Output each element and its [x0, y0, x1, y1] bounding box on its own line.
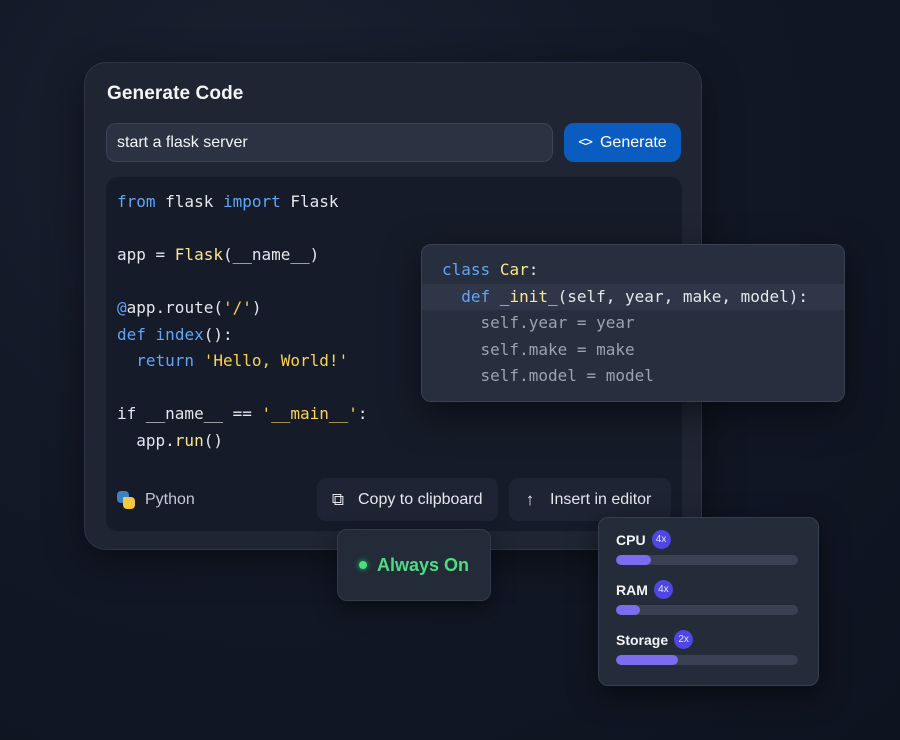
- copy-icon: ⧉: [331, 489, 345, 509]
- code-line: return 'Hello, World!': [136, 351, 349, 370]
- insert-in-editor-button[interactable]: ↑ Insert in editor: [509, 478, 671, 521]
- generated-code[interactable]: from flask import Flask app = Flask(__nam…: [117, 189, 367, 454]
- status-dot-icon: [358, 561, 367, 569]
- copy-to-clipboard-button[interactable]: ⧉ Copy to clipboard: [317, 478, 498, 521]
- class-snippet-card[interactable]: class Car: def _init_(self, year, make, …: [421, 244, 845, 402]
- resource-name: RAM: [616, 581, 648, 598]
- generate-button-label: Generate: [599, 133, 667, 151]
- code-brackets-icon: <>: [578, 135, 593, 150]
- multiplier-badge: 2x: [674, 630, 694, 649]
- generate-button[interactable]: <> Generate: [564, 123, 681, 162]
- multiplier-badge: 4x: [651, 530, 671, 549]
- multiplier-badge: 4x: [653, 580, 673, 599]
- resources-card: CPU 4x RAM 4x Storage 2x: [598, 517, 819, 686]
- resource-label: CPU 4x: [616, 530, 800, 549]
- usage-bar-fill: [616, 555, 651, 565]
- insert-label: Insert in editor: [550, 490, 652, 508]
- python-icon: [117, 491, 135, 509]
- code-line: app = Flask(__name__): [117, 245, 320, 264]
- code-line: if __name__ == '__main__':: [117, 404, 368, 423]
- resource-row-ram: RAM 4x: [616, 580, 800, 615]
- code-line: @app.route('/'): [117, 298, 262, 317]
- class-code-line: self.model = model: [442, 366, 654, 385]
- class-code-line: def _init_(self, year, make, model):: [422, 283, 844, 310]
- card-title: Generate Code: [107, 83, 244, 104]
- usage-bar-fill: [616, 655, 678, 665]
- stage: Generate Code <> Generate from flask imp…: [0, 0, 900, 740]
- language-indicator: Python: [117, 491, 195, 509]
- code-line: from flask import Flask: [117, 192, 339, 211]
- usage-bar: [616, 605, 798, 615]
- prompt-input[interactable]: [106, 123, 553, 162]
- language-label: Python: [145, 491, 195, 508]
- copy-label: Copy to clipboard: [358, 490, 483, 508]
- resource-name: CPU: [616, 531, 646, 548]
- always-on-badge: Always On: [337, 529, 491, 601]
- usage-bar: [616, 555, 798, 565]
- usage-bar: [616, 655, 798, 665]
- class-code-line: self.make = make: [442, 339, 635, 359]
- class-code-line: self.year = year: [442, 313, 635, 332]
- always-on-label: Always On: [376, 554, 470, 575]
- resource-row-cpu: CPU 4x: [616, 530, 800, 565]
- resource-name: Storage: [616, 631, 669, 648]
- arrow-up-icon: ↑: [525, 489, 535, 509]
- resource-row-storage: Storage 2x: [616, 630, 800, 665]
- code-line: app.run(): [117, 430, 223, 450]
- code-line: def index():: [117, 324, 233, 344]
- resource-label: Storage 2x: [616, 630, 800, 649]
- usage-bar-fill: [616, 605, 640, 615]
- resource-label: RAM 4x: [616, 580, 800, 599]
- class-code-line: class Car:: [442, 260, 539, 279]
